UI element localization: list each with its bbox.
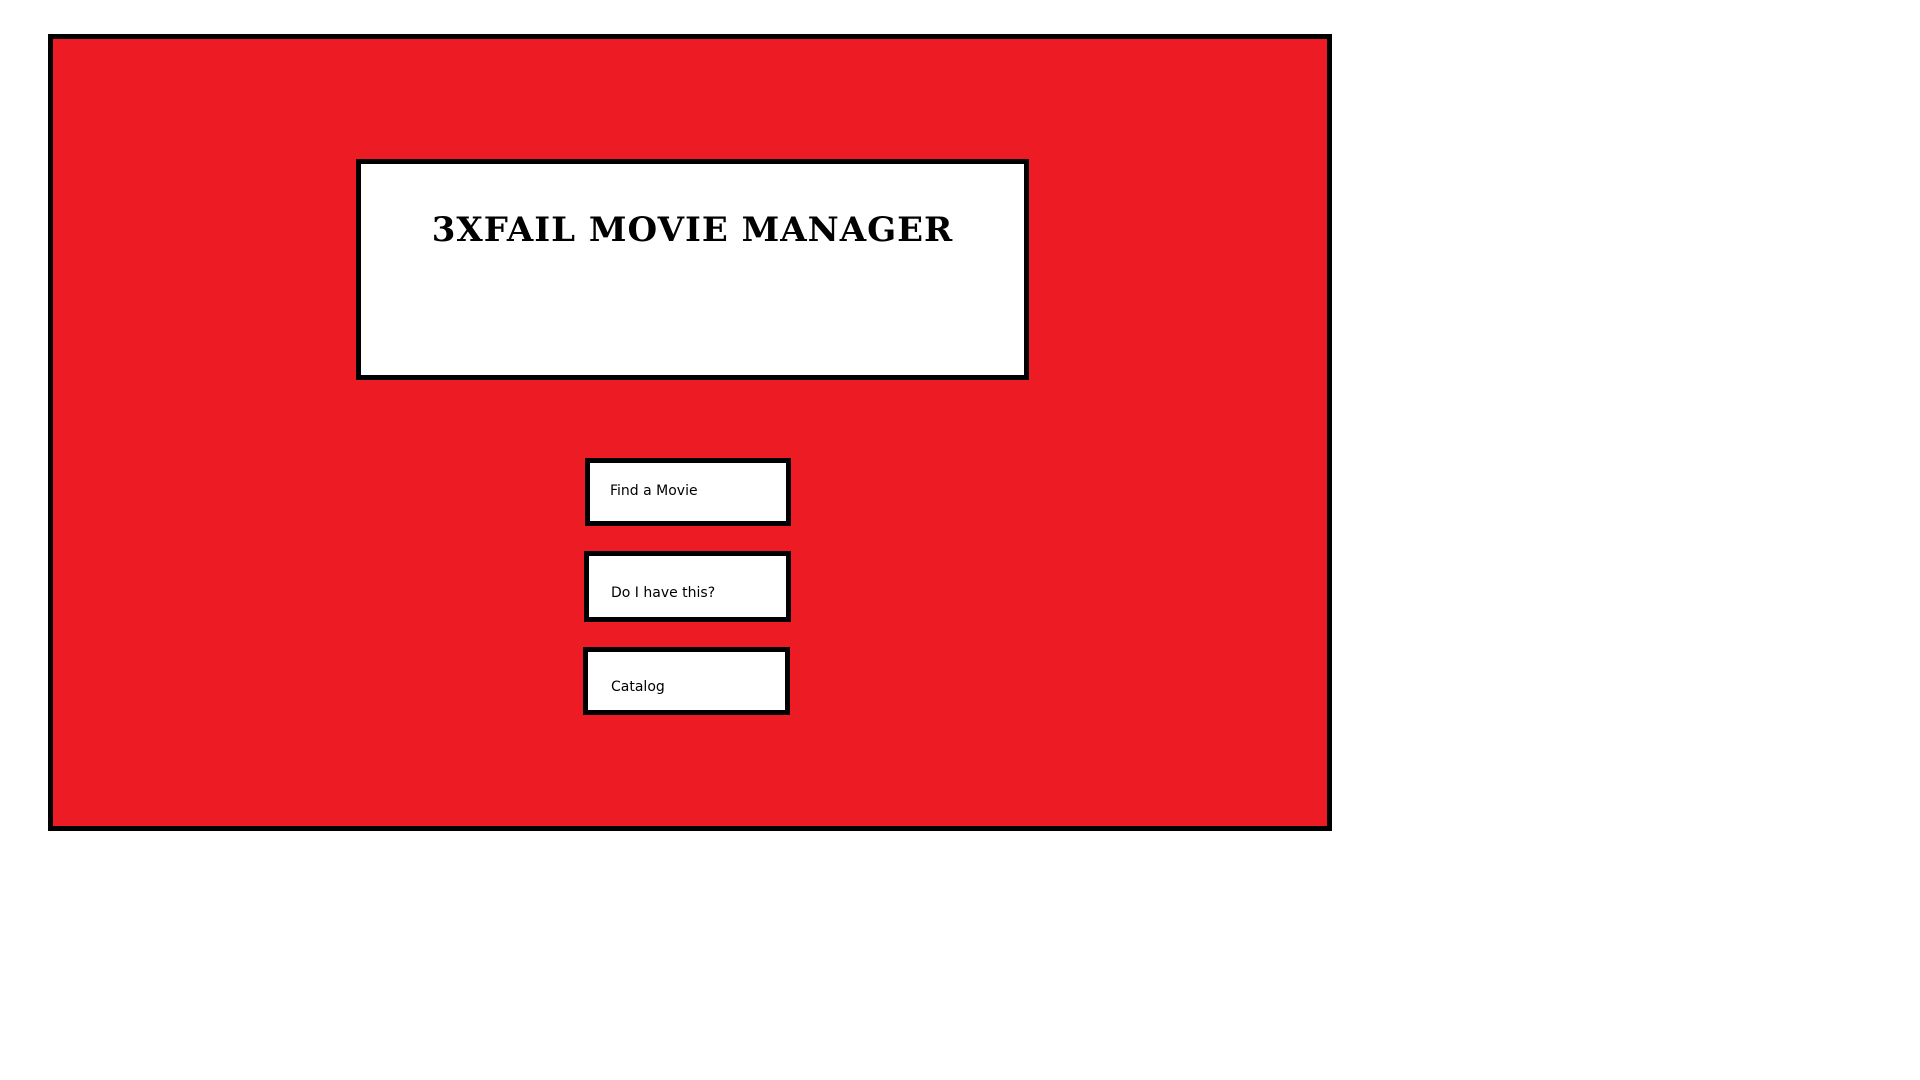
do-i-have-this-button[interactable]: Do I have this?: [584, 551, 791, 622]
find-movie-button[interactable]: Find a Movie: [585, 458, 791, 526]
title-panel: 3XFAIL MOVIE MANAGER: [356, 159, 1029, 380]
catalog-button[interactable]: Catalog: [583, 647, 790, 715]
find-movie-label: Find a Movie: [610, 483, 698, 499]
catalog-label: Catalog: [611, 679, 665, 695]
do-i-have-this-label: Do I have this?: [611, 585, 716, 601]
app-title: 3XFAIL MOVIE MANAGER: [431, 210, 954, 250]
